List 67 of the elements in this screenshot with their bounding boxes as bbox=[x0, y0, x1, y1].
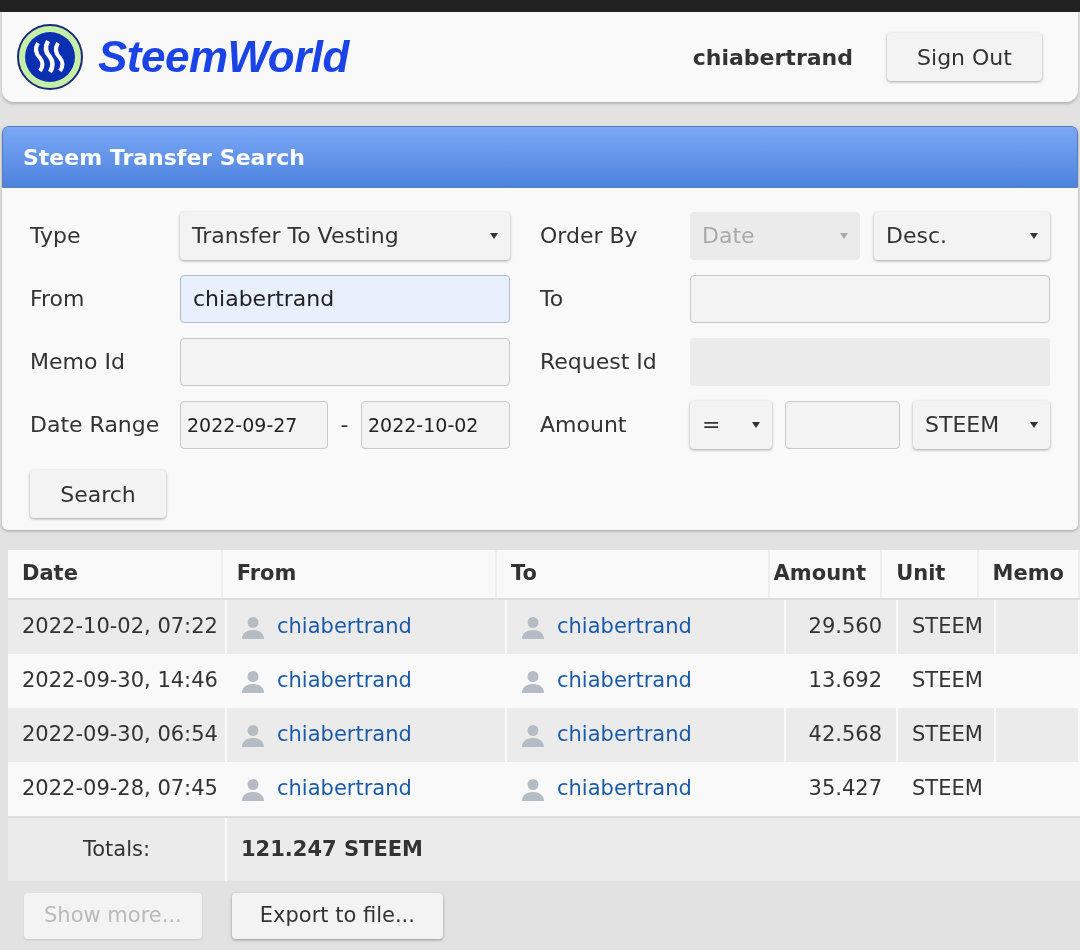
search-button[interactable]: Search bbox=[30, 470, 166, 518]
input-field[interactable]: 2022-10-02 bbox=[361, 400, 510, 449]
user-icon bbox=[241, 723, 265, 747]
logo-text: SteemWorld bbox=[98, 31, 349, 83]
date-cell-text: 2022-09-28, 07:45 bbox=[22, 775, 218, 803]
user-icon bbox=[521, 615, 545, 639]
export-button[interactable]: Export to file... bbox=[231, 893, 443, 939]
column-header: Date bbox=[22, 560, 78, 588]
user-icon bbox=[521, 777, 545, 801]
column-header: From bbox=[236, 560, 297, 588]
input-field[interactable]: chiabertrand bbox=[180, 274, 510, 323]
user-icon bbox=[241, 615, 265, 639]
amount-cell-text: 35.427 bbox=[808, 775, 882, 803]
input-field[interactable]: 2022-09-27 bbox=[180, 400, 328, 449]
field-label: Date Range bbox=[30, 411, 161, 439]
date-cell-text: 2022-09-30, 06:54 bbox=[22, 721, 218, 749]
input-field[interactable] bbox=[180, 337, 510, 386]
caret-icon bbox=[1030, 421, 1038, 428]
caret-icon bbox=[1030, 232, 1038, 239]
dropdown[interactable]: Transfer To Vesting bbox=[180, 211, 510, 260]
logo-icon bbox=[16, 23, 84, 91]
date-cell-text: 2022-10-02, 07:22 bbox=[22, 613, 218, 641]
caret-icon bbox=[840, 232, 848, 239]
range-separator: - bbox=[339, 411, 350, 439]
caret-icon bbox=[752, 421, 760, 428]
account-link[interactable]: chiabertrand bbox=[277, 611, 412, 643]
input-field[interactable] bbox=[690, 274, 1050, 323]
panel-title: Steem Transfer Search bbox=[2, 126, 1078, 188]
dropdown[interactable]: STEEM bbox=[913, 400, 1050, 449]
amount-cell-text: 13.692 bbox=[808, 667, 882, 695]
account-link[interactable]: chiabertrand bbox=[557, 665, 692, 697]
field-label: From bbox=[30, 285, 86, 313]
date-cell-text: 2022-09-30, 14:46 bbox=[22, 667, 218, 695]
dropdown[interactable]: = bbox=[690, 400, 772, 449]
user-icon bbox=[521, 723, 545, 747]
account-link[interactable]: chiabertrand bbox=[557, 611, 692, 643]
unit-cell-text: STEEM bbox=[912, 775, 983, 803]
user-icon bbox=[521, 669, 545, 693]
unit-cell-text: STEEM bbox=[912, 667, 983, 695]
account-link[interactable]: chiabertrand bbox=[277, 719, 412, 751]
unit-cell-text: STEEM bbox=[912, 721, 983, 749]
totals-label: Totals: bbox=[82, 835, 151, 863]
dropdown[interactable]: Desc. bbox=[874, 211, 1050, 260]
input-field[interactable] bbox=[785, 400, 900, 449]
column-header: Unit bbox=[896, 560, 946, 588]
sign-out-button[interactable]: Sign Out bbox=[887, 33, 1042, 81]
field-label: Order By bbox=[540, 222, 639, 250]
username: chiabertrand bbox=[692, 43, 853, 72]
account-link[interactable]: chiabertrand bbox=[557, 719, 692, 751]
field-label: Amount bbox=[540, 411, 628, 439]
caret-icon bbox=[490, 232, 498, 239]
amount-cell-text: 29.560 bbox=[808, 613, 882, 641]
account-link[interactable]: chiabertrand bbox=[277, 773, 412, 805]
column-header: Amount bbox=[773, 560, 867, 588]
user-icon bbox=[241, 777, 265, 801]
account-link[interactable]: chiabertrand bbox=[557, 773, 692, 805]
field-label: Memo Id bbox=[30, 348, 126, 376]
unit-cell-text: STEEM bbox=[912, 613, 983, 641]
column-header: To bbox=[510, 560, 537, 588]
amount-cell-text: 42.568 bbox=[808, 721, 882, 749]
column-header: Memo bbox=[992, 560, 1064, 588]
field-label: Type bbox=[30, 222, 82, 250]
field-label: To bbox=[540, 285, 565, 313]
user-icon bbox=[241, 669, 265, 693]
totals-value: 121.247 STEEM bbox=[241, 835, 423, 863]
field-label: Request Id bbox=[540, 348, 658, 376]
account-link[interactable]: chiabertrand bbox=[277, 665, 412, 697]
